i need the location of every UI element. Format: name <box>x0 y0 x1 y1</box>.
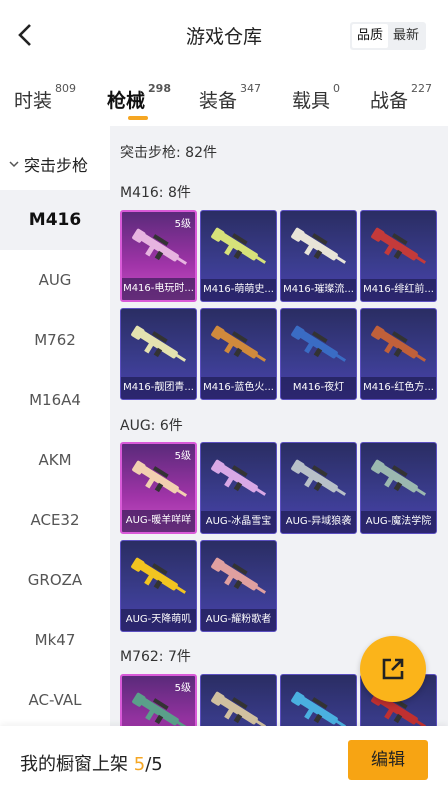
rifle-icon <box>291 691 347 726</box>
showcase-status: 我的橱窗上架 5/5 <box>20 750 163 776</box>
tab-label: 时装 <box>14 90 53 112</box>
sidebar-item-m762[interactable]: M762 <box>0 310 110 370</box>
rifle-icon <box>211 459 267 496</box>
rifle-icon <box>291 227 347 264</box>
weapon-skin-card[interactable]: AUG-魔法学院 <box>360 442 437 534</box>
weapon-skin-name: M416-绯红前... <box>361 279 436 301</box>
weapon-skin-card[interactable] <box>280 674 357 726</box>
rifle-icon <box>291 325 347 362</box>
rifle-icon <box>211 557 267 594</box>
showcase-total: /5 <box>145 754 163 775</box>
category-label: 突击步枪 <box>24 156 89 175</box>
tab-count: 347 <box>240 81 262 95</box>
section-label: M762: 7件 <box>120 649 191 665</box>
weapon-skin-name: M416-蓝色火... <box>201 377 276 399</box>
tab-vehicles[interactable]: 载具0 <box>292 82 340 113</box>
weapon-skin-card[interactable]: M416-蓝色火... <box>200 308 277 400</box>
rifle-icon <box>132 228 188 265</box>
active-tab-indicator <box>128 116 148 120</box>
weapon-skin-card[interactable]: AUG-天降萌叽 <box>120 540 197 632</box>
showcase-count: 5 <box>133 754 146 775</box>
section-label: M416: 8件 <box>120 185 191 201</box>
weapon-skin-card[interactable] <box>200 674 277 726</box>
rifle-icon <box>291 459 347 496</box>
rifle-icon <box>131 557 187 594</box>
edit-button[interactable]: 编辑 <box>348 740 428 780</box>
weapon-skin-card[interactable]: AUG-耀粉歌者 <box>200 540 277 632</box>
weapon-skin-card[interactable]: M416-璀璨流... <box>280 210 357 302</box>
tab-label: 战备 <box>370 90 409 112</box>
tab-weapons[interactable]: 枪械298 <box>107 82 171 113</box>
weapon-skin-name: AUG-魔法学院 <box>361 511 436 533</box>
share-button[interactable] <box>360 636 426 702</box>
weapon-skin-name: AUG-异域狼袭 <box>281 511 356 533</box>
rifle-icon <box>211 227 267 264</box>
tab-count: 809 <box>55 81 77 95</box>
external-link-icon <box>382 658 404 680</box>
weapon-skin-name: M416-夜灯 <box>281 377 356 399</box>
sidebar-item-groza[interactable]: GROZA <box>0 550 110 610</box>
weapon-skin-card[interactable]: M416-萌萌史... <box>200 210 277 302</box>
rifle-icon <box>371 325 427 362</box>
weapon-skin-name: AUG-耀粉歌者 <box>201 609 276 631</box>
section-label: AUG: 6件 <box>120 418 183 434</box>
tab-count: 227 <box>411 81 433 95</box>
weapon-skin-card[interactable]: M416-绯红前... <box>360 210 437 302</box>
weapon-skin-card[interactable]: AUG-异域狼袭 <box>280 442 357 534</box>
weapon-skin-card[interactable]: AUG-冰晶雪宝 <box>200 442 277 534</box>
sidebar-item-mk47[interactable]: Mk47 <box>0 610 110 670</box>
sort-toggle: 品质 最新 <box>349 22 426 50</box>
category-header[interactable]: 突击步枪 <box>8 152 88 176</box>
weapon-skin-name: AUG-天降萌叽 <box>121 609 196 631</box>
rifle-icon <box>371 227 427 264</box>
page: 游戏仓库 品质 最新 时装809 枪械298 装备347 载具0 战备227 突… <box>0 0 448 796</box>
rifle-icon <box>211 691 267 726</box>
weapon-skin-card[interactable]: 5级 M416-电玩时... <box>120 210 197 302</box>
sidebar-item-akm[interactable]: AKM <box>0 430 110 490</box>
sort-latest-button[interactable]: 最新 <box>388 24 424 48</box>
tab-count: 298 <box>148 81 171 95</box>
showcase-label: 我的橱窗上架 <box>20 754 128 775</box>
tab-equipment[interactable]: 装备347 <box>199 82 261 113</box>
weapon-skin-name: M416-璀璨流... <box>281 279 356 301</box>
rifle-icon <box>132 460 188 497</box>
weapon-skin-name: M416-靓团青... <box>121 377 196 399</box>
sidebar-item-m16a4[interactable]: M16A4 <box>0 370 110 430</box>
rifle-icon <box>211 325 267 362</box>
rifle-icon <box>132 692 188 726</box>
sidebar-item-ace32[interactable]: ACE32 <box>0 490 110 550</box>
bottom-bar: 我的橱窗上架 5/5 编辑 <box>0 726 448 796</box>
total-count-label: 突击步枪: 82件 <box>120 145 217 161</box>
weapon-skin-name: AUG-冰晶雪宝 <box>201 511 276 533</box>
category-tabs: 时装809 枪械298 装备347 载具0 战备227 <box>0 70 448 126</box>
rifle-icon <box>131 325 187 362</box>
rifle-icon <box>371 459 427 496</box>
tab-fashion[interactable]: 时装809 <box>14 82 76 113</box>
weapon-skin-card[interactable]: M416-红色方... <box>360 308 437 400</box>
weapon-skin-name: AUG-暖羊咩咩 <box>122 510 195 532</box>
weapon-skin-card[interactable]: M416-夜灯 <box>280 308 357 400</box>
header: 游戏仓库 品质 最新 <box>0 0 448 70</box>
weapon-skin-card[interactable]: 5级 AUG-暖羊咩咩 <box>120 442 197 534</box>
tab-label: 载具 <box>292 90 331 112</box>
sidebar-item-ac-val[interactable]: AC-VAL <box>0 670 110 730</box>
weapon-skin-name: M416-萌萌史... <box>201 279 276 301</box>
chevron-down-icon <box>9 161 19 168</box>
weapon-skin-card[interactable]: 5级 <box>120 674 197 726</box>
tab-label: 装备 <box>199 90 238 112</box>
tab-count: 0 <box>333 81 341 95</box>
sidebar-item-m416[interactable]: M416 <box>0 190 110 250</box>
weapon-skin-name: M416-红色方... <box>361 377 436 399</box>
tab-supplies[interactable]: 战备227 <box>370 82 432 113</box>
sidebar-item-aug[interactable]: AUG <box>0 250 110 310</box>
sort-quality-button[interactable]: 品质 <box>351 24 388 48</box>
tab-label: 枪械 <box>107 90 146 112</box>
weapon-skin-card[interactable]: M416-靓团青... <box>120 308 197 400</box>
weapon-skin-name: M416-电玩时... <box>122 278 195 300</box>
weapon-sidebar: 突击步枪 M416 AUG M762 M16A4 AKM ACE32 GROZA… <box>0 126 110 726</box>
